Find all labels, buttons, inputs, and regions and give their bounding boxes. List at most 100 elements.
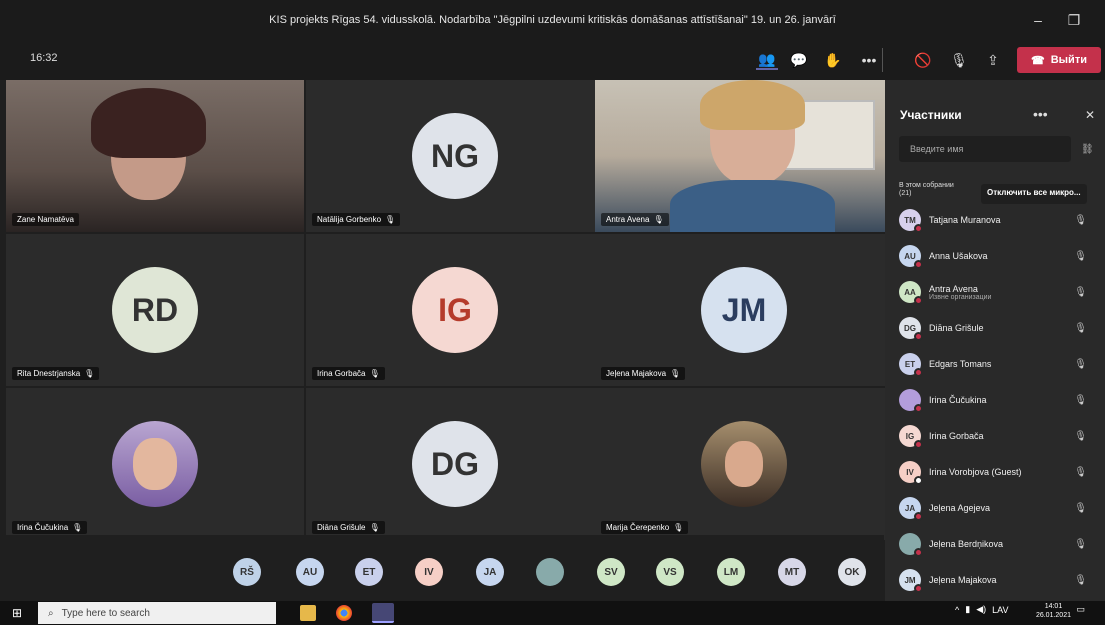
- participant-row[interactable]: TM Tatjana Muranova 🎙: [899, 202, 1095, 238]
- chat-icon[interactable]: 💬: [788, 50, 810, 70]
- mic-muted-icon: 🎙: [1074, 502, 1087, 514]
- chevron-up-icon[interactable]: ^: [955, 605, 959, 615]
- video-tile[interactable]: DG Diāna Grišule 🎙: [306, 388, 604, 540]
- participant-name: Jeļena Agejeva: [929, 503, 991, 513]
- status-dot: [914, 476, 923, 485]
- leave-label: Выйти: [1050, 54, 1087, 66]
- participant-row[interactable]: Jeļena Berdņikova 🎙: [899, 526, 1095, 562]
- video-tile[interactable]: IG Irina Gorbača 🎙: [306, 234, 604, 386]
- mic-muted-icon: 🎙: [653, 215, 664, 224]
- mic-off-icon[interactable]: 🎙: [948, 50, 970, 70]
- participants-icon[interactable]: 👥: [756, 50, 778, 70]
- clock[interactable]: 14:01 26.01.2021: [1036, 602, 1071, 620]
- status-dot: [914, 260, 923, 269]
- chrome-icon[interactable]: [336, 605, 352, 621]
- file-explorer-icon[interactable]: [300, 605, 316, 621]
- overflow-avatar[interactable]: ET: [355, 558, 383, 586]
- tile-name: Zane Namatēva: [12, 213, 79, 226]
- overflow-avatar[interactable]: SV: [597, 558, 625, 586]
- overflow-avatar[interactable]: VS: [656, 558, 684, 586]
- face-shape: [133, 438, 177, 490]
- video-tile[interactable]: Zane Namatēva: [6, 80, 304, 232]
- avatar-initials: AA: [904, 287, 916, 297]
- overflow-avatar[interactable]: RŠ: [233, 558, 261, 586]
- tile-name-text: Irina Gorbača: [317, 369, 366, 378]
- camera-video: [595, 80, 893, 232]
- language-indicator[interactable]: LAV: [992, 605, 1008, 615]
- overflow-avatar[interactable]: LM: [717, 558, 745, 586]
- window-title: KIS projekts Rīgas 54. vidusskolā. Nodar…: [269, 14, 836, 26]
- avatar-initials: LM: [723, 566, 739, 578]
- share-screen-icon[interactable]: ⇪: [982, 50, 1004, 70]
- overflow-avatar-photo[interactable]: [536, 558, 564, 586]
- taskbar-search-text: Type here to search: [61, 607, 150, 619]
- mute-all-button[interactable]: Отключить все микро...: [981, 184, 1087, 204]
- participant-row[interactable]: AA Antra Avena Извне организации 🎙: [899, 274, 1095, 310]
- tile-name: Diāna Grišule 🎙: [312, 521, 385, 534]
- leave-button[interactable]: ☎ Выйти: [1017, 47, 1101, 73]
- camera-off-icon[interactable]: 🚫: [912, 50, 934, 70]
- status-dot: [914, 512, 923, 521]
- more-actions-icon[interactable]: •••: [858, 50, 880, 70]
- avatar-initials: ET: [904, 359, 916, 369]
- avatar: NG: [412, 113, 498, 199]
- avatar-initials: RD: [131, 291, 179, 328]
- share-link-icon[interactable]: ⛓: [1081, 144, 1094, 155]
- tile-name-text: Irina Čučukina: [17, 523, 69, 532]
- avatar: AU: [899, 245, 923, 269]
- tile-name-text: Zane Namatēva: [17, 215, 74, 224]
- participant-name: Diāna Grišule: [929, 323, 984, 333]
- avatar-initials: IG: [438, 291, 472, 328]
- teams-icon[interactable]: [372, 603, 394, 623]
- section-header[interactable]: В этом собрании (21): [899, 182, 954, 198]
- participant-row[interactable]: IV Irina Vorobjova (Guest) 🎙: [899, 454, 1095, 490]
- participant-row[interactable]: ET Edgars Tomans 🎙: [899, 346, 1095, 382]
- tile-name-text: Antra Avena: [606, 215, 650, 224]
- status-dot: [914, 368, 923, 377]
- mic-muted-icon: 🎙: [1074, 466, 1087, 478]
- video-tile[interactable]: Antra Avena 🎙: [595, 80, 893, 232]
- raise-hand-icon[interactable]: ✋: [822, 50, 844, 70]
- video-tile[interactable]: NG Natālija Gorbenko 🎙: [306, 80, 604, 232]
- more-icon[interactable]: •••: [1033, 106, 1048, 122]
- participant-row[interactable]: JM Jeļena Majakova 🎙: [899, 562, 1095, 598]
- mic-muted-icon: 🎙: [369, 523, 380, 532]
- overflow-avatar[interactable]: OK: [838, 558, 866, 586]
- participant-row[interactable]: IG Irina Gorbača 🎙: [899, 418, 1095, 454]
- participant-name: Jeļena Berdņikova: [929, 539, 1004, 549]
- participants-panel: Участники ••• ✕ ⛓ В этом собрании (21) О…: [885, 80, 1105, 601]
- windows-start-icon[interactable]: ⊞: [12, 606, 22, 620]
- status-dot: [914, 224, 923, 233]
- profile-photo: [112, 421, 198, 507]
- participant-row[interactable]: Irina Čučukina 🎙: [899, 382, 1095, 418]
- participant-search-input[interactable]: [899, 136, 1071, 162]
- minimize-icon[interactable]: –: [1020, 12, 1056, 28]
- notifications-icon[interactable]: ▭: [1076, 604, 1085, 615]
- participant-row[interactable]: AU Anna Ušakova 🎙: [899, 238, 1095, 274]
- taskbar-search[interactable]: ⌕ Type here to search: [38, 602, 276, 624]
- search-icon: ⌕: [48, 607, 54, 619]
- video-tile[interactable]: Marija Čerepenko 🎙: [595, 388, 893, 540]
- video-grid: Zane Namatēva NG Natālija Gorbenko 🎙 Antr…: [6, 80, 893, 540]
- volume-icon[interactable]: ◀): [976, 604, 986, 615]
- avatar: RD: [112, 267, 198, 353]
- overflow-avatar[interactable]: IV: [415, 558, 443, 586]
- overflow-avatar[interactable]: JA: [476, 558, 504, 586]
- status-dot: [914, 296, 923, 305]
- overflow-avatar[interactable]: MT: [778, 558, 806, 586]
- tile-name: Antra Avena 🎙: [601, 213, 669, 226]
- maximize-icon[interactable]: ❐: [1056, 12, 1092, 29]
- mic-muted-icon: 🎙: [1074, 430, 1087, 442]
- avatar: JM: [899, 569, 923, 593]
- close-icon[interactable]: ✕: [1085, 108, 1095, 122]
- participant-row[interactable]: DG Diāna Grišule 🎙: [899, 310, 1095, 346]
- avatar-initials: JA: [483, 566, 497, 578]
- video-tile[interactable]: Irina Čučukina 🎙: [6, 388, 304, 540]
- video-tile[interactable]: RD Rita Dnestrjanska 🎙: [6, 234, 304, 386]
- close-icon[interactable]: ✕: [1092, 12, 1105, 29]
- network-icon[interactable]: ▮: [965, 604, 970, 615]
- overflow-avatar[interactable]: AU: [296, 558, 324, 586]
- video-tile[interactable]: JM Jeļena Majakova 🎙: [595, 234, 893, 386]
- participant-row[interactable]: JA Jeļena Agejeva 🎙: [899, 490, 1095, 526]
- avatar: JM: [701, 267, 787, 353]
